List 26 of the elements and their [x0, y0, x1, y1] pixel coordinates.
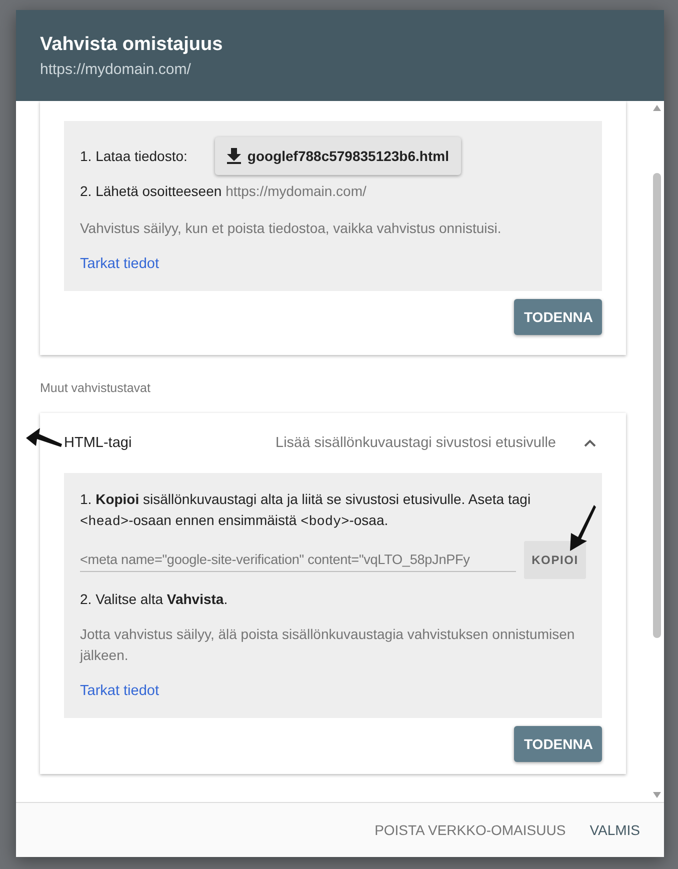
scroll-down-icon[interactable] [653, 792, 661, 798]
copy-button[interactable]: KOPIOI [524, 541, 586, 579]
download-button[interactable]: googlef788c579835123b6.html [215, 137, 461, 175]
pointer-arrow [26, 426, 64, 448]
note-text: Jotta vahvistus säilyy, älä poista sisällönkuvaustagia vahvistuksen onnistumisen jälkeen. [80, 625, 576, 665]
section-heading: Muut vahvistustavat [40, 381, 152, 395]
step-label: 2. Lähetä osoitteeseen https://mydomain.com/ [80, 182, 368, 201]
tag-field[interactable]: <meta name="google-site-verification" content="vqLTO_58pJnPFy [80, 548, 516, 572]
method-title: HTML-tagi [64, 435, 133, 451]
scrollbar[interactable] [650, 101, 664, 802]
details-link[interactable]: Tarkat tiedot [80, 683, 159, 699]
step-label: 1. Lataa tiedosto: [80, 146, 188, 166]
pointer-arrow [568, 504, 596, 552]
note-text: Vahvistus säilyy, kun et poista tiedostoa, vaikka vahvistus onnistuisi. [80, 219, 502, 238]
method-description: Lisää sisällönkuvaustagi sivustosi etusivulle [276, 435, 556, 451]
details-link[interactable]: Tarkat tiedot [80, 256, 159, 272]
scroll-up-icon[interactable] [653, 105, 661, 111]
download-icon [227, 148, 242, 164]
verify-button[interactable]: TODENNA [514, 299, 602, 335]
dialog-title: Vahvista omistajuus [40, 34, 224, 56]
dialog-subtitle: https://mydomain.com/ [40, 61, 192, 78]
footer-button[interactable]: VALMIS [582, 814, 648, 846]
step-text: 1. Kopioi sisällönkuvaustagi alta ja liitä se sivustosi etusivulle. Aseta tagi <head>-osaan ennen ensimmäistä <body>-osaa. [80, 490, 532, 532]
step-text: 2. Valitse alta Vahvista. [80, 590, 229, 609]
footer-button[interactable]: POISTA VERKKO-OMAISUUS [366, 814, 574, 846]
verify-button[interactable]: TODENNA [514, 726, 602, 762]
